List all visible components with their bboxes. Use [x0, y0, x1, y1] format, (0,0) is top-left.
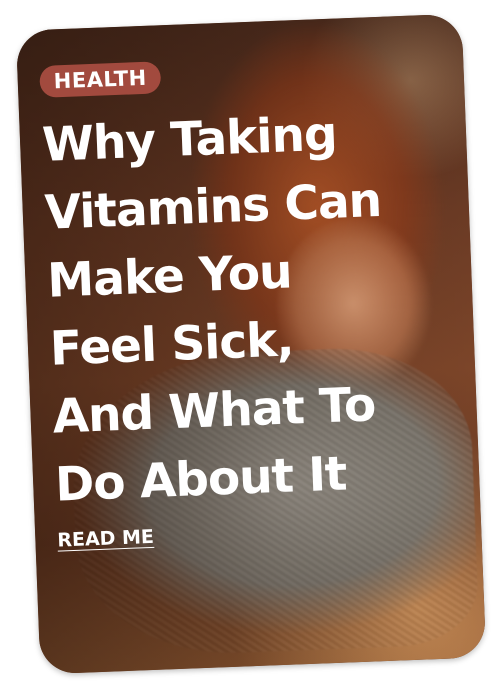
category-badge[interactable]: HEALTH — [39, 61, 162, 98]
read-more-link[interactable]: READ ME — [57, 526, 154, 552]
article-headline[interactable]: Why Taking Vitamins Can Make You Feel Si… — [41, 97, 446, 520]
article-card[interactable]: HEALTH Why Taking Vitamins Can Make You … — [15, 13, 487, 675]
page: HEALTH Why Taking Vitamins Can Make You … — [0, 0, 502, 690]
